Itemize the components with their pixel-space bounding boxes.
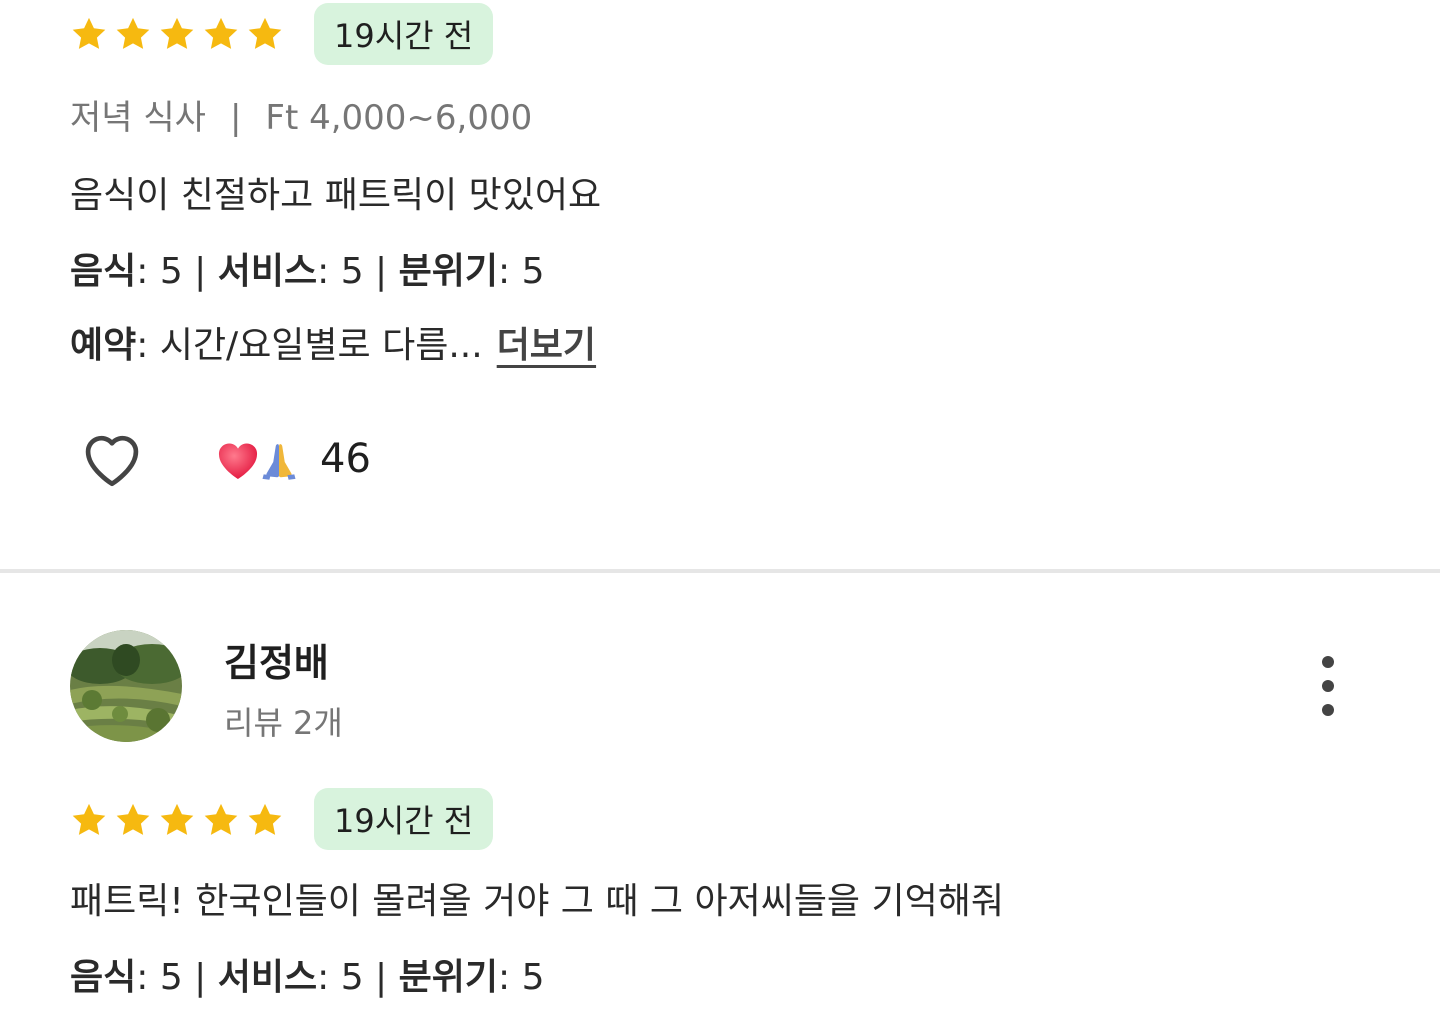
review1-meta-line: 저녁 식사 | Ft 4,000~6,000: [70, 90, 532, 139]
meal-type: 저녁 식사: [70, 98, 206, 138]
more-options-button[interactable]: [1316, 656, 1340, 716]
more-link[interactable]: 더보기: [497, 325, 596, 366]
red-heart-emoji-icon: [218, 443, 258, 479]
reservation-label: 예약: [70, 325, 137, 366]
service-score-value: : 5 |: [317, 957, 399, 998]
food-score-label: 음식: [70, 957, 137, 998]
star-icon: [202, 15, 240, 53]
food-score-value: : 5 |: [136, 957, 218, 998]
star-icon: [158, 801, 196, 839]
review1-reservation: 예약: 시간/요일별로 다름... 더보기: [70, 316, 596, 368]
meta-separator: |: [229, 98, 242, 138]
star-icon: [158, 15, 196, 53]
reservation-value: : 시간/요일별로 다름...: [136, 325, 483, 366]
avatar-image: [70, 630, 182, 742]
service-score-label: 서비스: [217, 251, 318, 292]
heart-outline-icon: [85, 435, 139, 487]
folded-hands-emoji-icon: [262, 444, 296, 480]
star-icon: [70, 801, 108, 839]
review-divider: [0, 569, 1440, 573]
reviewer-review-count: 리뷰 2개: [224, 704, 343, 742]
service-score-value: : 5 |: [317, 251, 399, 292]
atmosphere-score-label: 분위기: [398, 251, 498, 292]
review1-text: 음식이 친절하고 패트릭이 맛있어요: [70, 175, 602, 216]
review2-rating-stars: [70, 800, 284, 840]
reaction-emojis[interactable]: [214, 436, 304, 486]
reaction-count: 46: [320, 436, 371, 482]
atmosphere-score-value: : 5: [498, 251, 545, 292]
more-vertical-icon-dot: [1322, 704, 1334, 716]
reviewer-name[interactable]: 김정배: [224, 632, 329, 687]
review2-time-badge: 19시간 전: [314, 788, 494, 850]
review1-rating-stars: [70, 14, 284, 54]
review2-text: 패트릭! 한국인들이 몰려올 거야 그 때 그 아저씨들을 기억해줘: [70, 881, 1004, 922]
service-score-label: 서비스: [217, 957, 318, 998]
star-icon: [114, 801, 152, 839]
more-vertical-icon-dot: [1322, 680, 1334, 692]
price-range: Ft 4,000~6,000: [265, 98, 533, 138]
star-icon: [246, 15, 284, 53]
like-button[interactable]: [74, 424, 150, 494]
review1-scores: 음식: 5 | 서비스: 5 | 분위기: 5: [70, 242, 544, 294]
food-score-label: 음식: [70, 251, 137, 292]
star-icon: [202, 801, 240, 839]
avatar[interactable]: [70, 630, 182, 742]
review2-scores: 음식: 5 | 서비스: 5 | 분위기: 5: [70, 948, 544, 1000]
star-icon: [70, 15, 108, 53]
star-icon: [246, 801, 284, 839]
atmosphere-score-label: 분위기: [398, 957, 498, 998]
atmosphere-score-value: : 5: [498, 957, 545, 998]
more-vertical-icon: [1322, 656, 1334, 668]
review1-time-badge: 19시간 전: [314, 3, 494, 65]
star-icon: [114, 15, 152, 53]
food-score-value: : 5 |: [136, 251, 218, 292]
